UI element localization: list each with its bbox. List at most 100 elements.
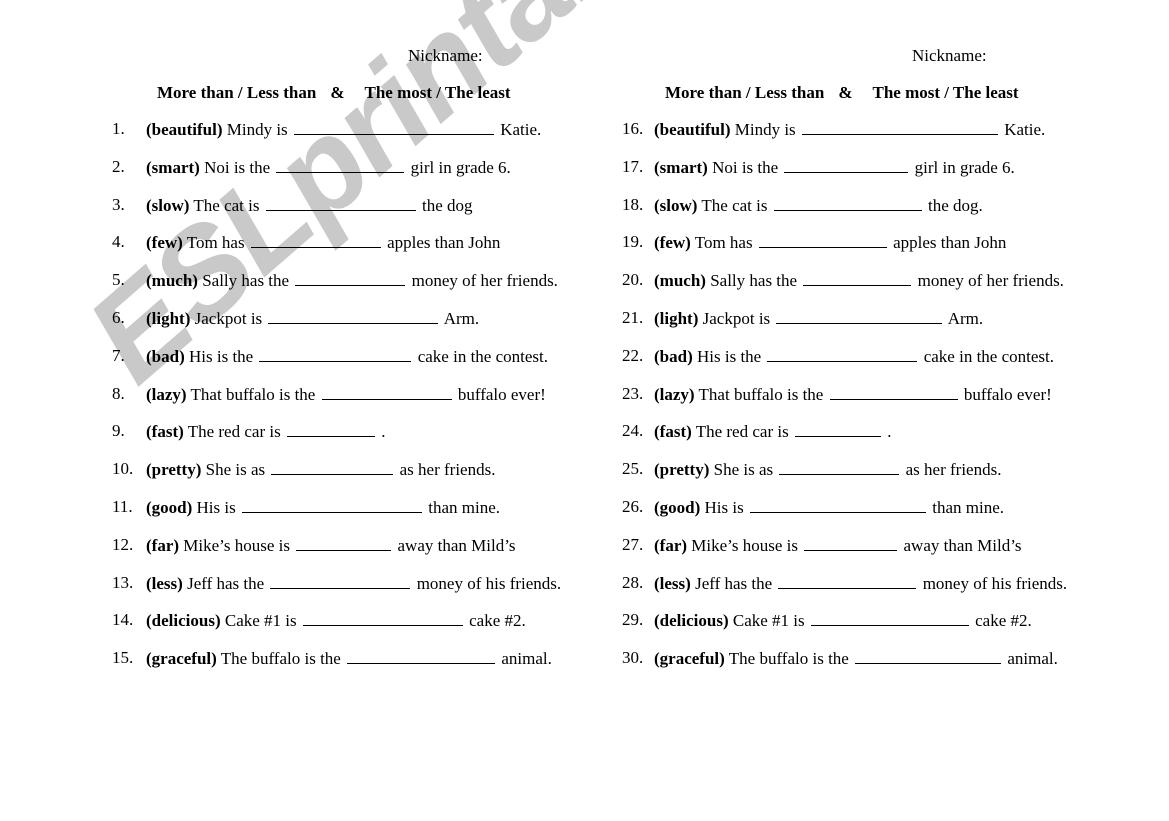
answer-blank[interactable] bbox=[779, 459, 900, 476]
answer-blank[interactable] bbox=[855, 648, 1002, 665]
exercise-list: 1. (beautiful) Mindy is Katie. 2. (smart) N… bbox=[112, 119, 612, 686]
section-title-part1: More than / Less than bbox=[157, 83, 317, 102]
exercise-number: 10. bbox=[112, 459, 134, 479]
section-title-ampersand: & bbox=[330, 83, 345, 102]
answer-blank[interactable] bbox=[758, 232, 887, 249]
sentence-suffix: money of his friends. bbox=[416, 573, 562, 593]
sentence-prefix: His is the bbox=[696, 346, 762, 366]
exercise-item: 23. (lazy) That buffalo is the buffalo ev… bbox=[622, 384, 1122, 422]
exercise-sentence: (beautiful) Mindy is Katie. bbox=[146, 119, 541, 140]
adjective-cue: (far) bbox=[146, 535, 180, 555]
answer-blank[interactable] bbox=[778, 573, 917, 589]
section-title-part1: More than / Less than bbox=[665, 83, 825, 102]
sentence-prefix: She is as bbox=[205, 460, 266, 480]
answer-blank[interactable] bbox=[776, 308, 943, 324]
answer-blank[interactable] bbox=[803, 270, 912, 287]
answer-blank[interactable] bbox=[804, 535, 898, 551]
exercise-sentence: (far) Mike’s house is away than Mild’s bbox=[146, 535, 516, 556]
answer-blank[interactable] bbox=[773, 195, 922, 211]
adjective-cue: (light) bbox=[654, 308, 699, 328]
answer-blank[interactable] bbox=[347, 648, 496, 665]
answer-blank[interactable] bbox=[794, 421, 881, 438]
answer-blank[interactable] bbox=[767, 346, 918, 362]
exercise-sentence: (delicious) Cake #1 is cake #2. bbox=[654, 610, 1032, 631]
answer-blank[interactable] bbox=[296, 535, 392, 551]
answer-blank[interactable] bbox=[286, 421, 375, 438]
sentence-prefix: Mindy is bbox=[226, 120, 288, 139]
exercise-number: 20. bbox=[622, 270, 644, 290]
sentence-prefix: Jeff has the bbox=[695, 573, 773, 593]
exercise-number: 27. bbox=[622, 534, 644, 554]
exercise-sentence: (slow) The cat is the dog. bbox=[654, 195, 983, 216]
sentence-prefix: Tom has bbox=[186, 233, 245, 253]
adjective-cue: (few) bbox=[654, 233, 691, 253]
answer-blank[interactable] bbox=[750, 497, 926, 513]
exercise-item: 2. (smart) Noi is the girl in grade 6. bbox=[112, 157, 612, 195]
answer-blank[interactable] bbox=[810, 610, 969, 627]
sentence-suffix: Arm. bbox=[947, 308, 984, 328]
exercise-item: 18. (slow) The cat is the dog. bbox=[622, 195, 1122, 233]
sentence-prefix: Jackpot is bbox=[194, 308, 263, 328]
answer-blank[interactable] bbox=[259, 346, 412, 362]
exercise-sentence: (smart) Noi is the girl in grade 6. bbox=[654, 157, 1015, 178]
answer-blank[interactable] bbox=[268, 308, 439, 324]
exercise-sentence: (good) His is than mine. bbox=[654, 497, 1004, 518]
exercise-item: 14. (delicious) Cake #1 is cake #2. bbox=[112, 610, 612, 648]
sentence-suffix: . bbox=[381, 422, 386, 442]
exercise-number: 19. bbox=[622, 232, 644, 252]
sentence-suffix: animal. bbox=[501, 649, 552, 669]
adjective-cue: (bad) bbox=[146, 346, 185, 366]
section-title-ampersand: & bbox=[838, 83, 853, 102]
section-title: More than / Less than & The most / The lea… bbox=[665, 83, 1019, 103]
exercise-sentence: (less) Jeff has the money of his friends… bbox=[654, 573, 1067, 594]
answer-blank[interactable] bbox=[784, 157, 909, 173]
exercise-sentence: (beautiful) Mindy is Katie. bbox=[654, 119, 1045, 140]
exercise-number: 22. bbox=[622, 345, 644, 365]
sentence-prefix: Mike’s house is bbox=[183, 535, 291, 555]
sentence-prefix: The buffalo is the bbox=[728, 649, 849, 669]
answer-blank[interactable] bbox=[829, 384, 958, 400]
answer-blank[interactable] bbox=[250, 232, 381, 249]
exercise-sentence: (smart) Noi is the girl in grade 6. bbox=[146, 157, 511, 178]
exercise-number: 6. bbox=[112, 307, 125, 327]
exercise-number: 16. bbox=[622, 119, 644, 138]
answer-blank[interactable] bbox=[265, 195, 416, 211]
exercise-number: 7. bbox=[112, 345, 125, 365]
adjective-cue: (fast) bbox=[146, 422, 184, 442]
answer-blank[interactable] bbox=[271, 459, 394, 476]
answer-blank[interactable] bbox=[276, 157, 405, 173]
answer-blank[interactable] bbox=[270, 573, 411, 589]
sentence-suffix: animal. bbox=[1007, 649, 1058, 669]
exercise-sentence: (pretty) She is as as her friends. bbox=[146, 459, 495, 480]
exercise-sentence: (bad) His is the cake in the contest. bbox=[146, 346, 548, 367]
exercise-list: 16. (beautiful) Mindy is Katie. 17. (smart)… bbox=[622, 119, 1122, 686]
nickname-label: Nickname: bbox=[912, 46, 987, 65]
exercise-item: 15. (graceful) The buffalo is the animal. bbox=[112, 648, 612, 686]
sentence-suffix: apples than John bbox=[387, 233, 501, 253]
answer-blank[interactable] bbox=[293, 119, 494, 135]
exercise-number: 21. bbox=[622, 307, 644, 327]
exercise-item: 8. (lazy) That buffalo is the buffalo eve… bbox=[112, 384, 612, 422]
sentence-suffix: cake in the contest. bbox=[923, 346, 1054, 366]
exercise-sentence: (lazy) That buffalo is the buffalo ever! bbox=[654, 384, 1052, 405]
sentence-suffix: Katie. bbox=[500, 120, 542, 139]
nickname-label: Nickname: bbox=[408, 46, 483, 65]
sentence-prefix: That buffalo is the bbox=[698, 384, 824, 404]
exercise-number: 2. bbox=[112, 156, 125, 176]
exercise-number: 1. bbox=[112, 119, 125, 138]
adjective-cue: (light) bbox=[146, 308, 191, 328]
answer-blank[interactable] bbox=[302, 610, 463, 627]
adjective-cue: (smart) bbox=[146, 157, 200, 177]
answer-blank[interactable] bbox=[295, 270, 406, 287]
answer-blank[interactable] bbox=[801, 119, 998, 135]
answer-blank[interactable] bbox=[242, 497, 422, 513]
adjective-cue: (graceful) bbox=[654, 649, 725, 669]
adjective-cue: (less) bbox=[146, 573, 183, 593]
sentence-prefix: Cake #1 is bbox=[732, 611, 805, 631]
sentence-prefix: Noi is the bbox=[712, 157, 779, 177]
exercise-number: 17. bbox=[622, 156, 644, 176]
exercise-number: 23. bbox=[622, 383, 644, 403]
section-title-part2: The most / The least bbox=[364, 83, 511, 102]
answer-blank[interactable] bbox=[321, 384, 452, 400]
adjective-cue: (good) bbox=[654, 497, 701, 517]
